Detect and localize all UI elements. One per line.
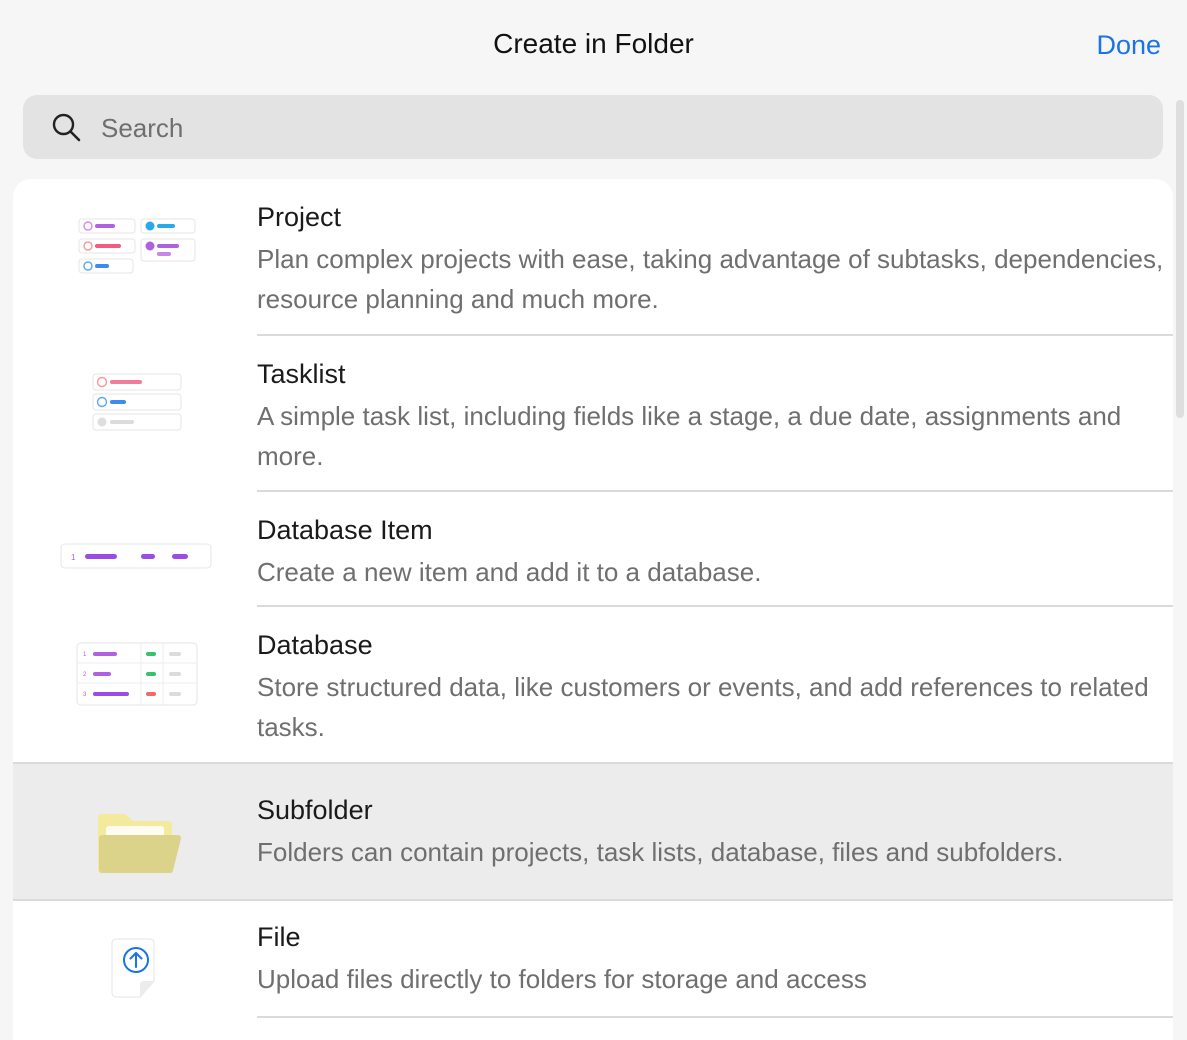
list-item-file[interactable]: File Upload files directly to folders fo… bbox=[13, 901, 1173, 1018]
item-description: Create a new item and add it to a databa… bbox=[257, 557, 762, 587]
search-bar[interactable] bbox=[23, 95, 1163, 161]
search-icon bbox=[52, 113, 81, 142]
item-title: Database Item bbox=[257, 515, 433, 545]
tasklist-icon bbox=[13, 366, 257, 436]
item-description: Plan complex projects with ease, taking … bbox=[257, 244, 1164, 314]
header: Create in Folder Done bbox=[0, 0, 1187, 88]
search-input[interactable] bbox=[99, 95, 1143, 161]
file-upload-icon bbox=[13, 937, 257, 1001]
item-description: Store structured data, like customers or… bbox=[257, 672, 1149, 742]
create-options-list: Project Plan complex projects with ease,… bbox=[13, 179, 1173, 1040]
list-item-database-item[interactable]: 1 Database Item Create a new item and ad… bbox=[13, 492, 1173, 607]
done-button[interactable]: Done bbox=[1096, 28, 1161, 62]
list-item-subfolder[interactable]: Subfolder Folders can contain projects, … bbox=[13, 764, 1173, 901]
scrollbar[interactable] bbox=[1176, 100, 1184, 418]
item-title: Subfolder bbox=[257, 795, 373, 825]
svg-text:1: 1 bbox=[71, 553, 76, 562]
project-icon bbox=[13, 203, 257, 283]
item-title: Project bbox=[257, 202, 342, 232]
folder-icon bbox=[13, 806, 257, 876]
item-description: Folders can contain projects, task lists… bbox=[257, 837, 1064, 867]
item-description: Upload files directly to folders for sto… bbox=[257, 964, 867, 994]
item-title: Tasklist bbox=[257, 359, 346, 389]
item-title: File bbox=[257, 922, 301, 952]
list-item-tasklist[interactable]: Tasklist A simple task list, including f… bbox=[13, 336, 1173, 492]
database-icon: 1 2 3 bbox=[13, 639, 257, 709]
item-title: Database bbox=[257, 630, 373, 660]
database-item-icon: 1 bbox=[13, 540, 257, 572]
list-item-database[interactable]: 1 2 3 Database Store structured data, li… bbox=[13, 607, 1173, 764]
item-description: A simple task list, including fields lik… bbox=[257, 401, 1122, 471]
page-title: Create in Folder bbox=[493, 28, 694, 59]
list-item-project[interactable]: Project Plan complex projects with ease,… bbox=[13, 179, 1173, 336]
divider bbox=[257, 1016, 1173, 1018]
